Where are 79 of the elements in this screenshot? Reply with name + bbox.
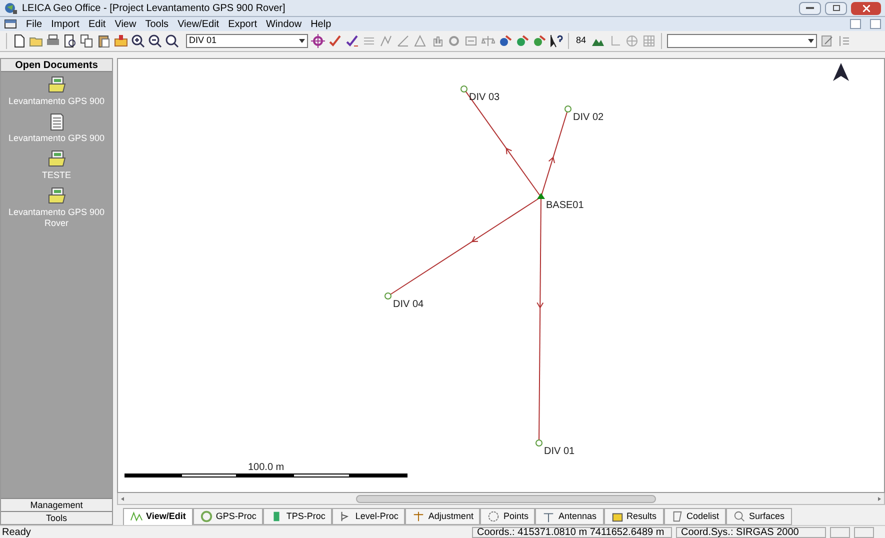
menu-item[interactable]: Tools [145, 16, 169, 32]
window-title: LEICA Geo Office - [Project Levantamento GPS 900 Rover] [22, 2, 286, 16]
tab[interactable]: Adjustment [405, 508, 480, 525]
menu-item[interactable]: View/Edit [178, 16, 220, 32]
menu-item[interactable]: Window [266, 16, 302, 32]
point-label: DIV 01 [544, 446, 575, 457]
point-label: BASE01 [546, 200, 584, 211]
import-icon[interactable] [114, 34, 128, 48]
coordinate-system-readout: Coord.Sys.: SIRGAS 2000 [676, 526, 826, 538]
tab[interactable]: Antennas [535, 508, 604, 525]
menu-item[interactable]: View [114, 16, 136, 32]
paste-icon[interactable] [97, 34, 111, 48]
coordinates-readout: Coords.: 415371.0810 m 7411652.6489 m [472, 526, 672, 538]
zoom-in-icon[interactable] [131, 34, 145, 48]
chart-icon [130, 510, 143, 524]
document-icon[interactable] [4, 18, 17, 30]
print-preview-icon[interactable] [63, 34, 77, 48]
point-label: DIV 03 [469, 92, 500, 103]
counter-label: 84 [575, 34, 588, 48]
point-marker[interactable] [384, 292, 392, 300]
panel-header: Open Documents [1, 59, 112, 72]
zoom-icon[interactable] [165, 34, 179, 48]
menu-item[interactable]: File [26, 16, 42, 32]
menu-item[interactable]: Export [228, 16, 257, 32]
pen-edit-icon[interactable] [345, 34, 359, 48]
help-cursor-icon[interactable] [549, 34, 563, 48]
menu-item[interactable]: Import [51, 16, 80, 32]
points-icon [487, 510, 500, 523]
tab[interactable]: Level-Proc [332, 508, 406, 525]
tab[interactable]: GPS-Proc [192, 508, 264, 525]
scale-label: 100.0 m [248, 462, 284, 473]
menu-item[interactable]: Help [310, 16, 332, 32]
tab[interactable]: Points [480, 508, 536, 525]
tab[interactable]: Surfaces [726, 508, 792, 525]
pen-check-icon[interactable] [328, 34, 342, 48]
point-dropdown[interactable]: DIV 01 [186, 34, 308, 48]
filter-dropdown[interactable] [667, 34, 818, 48]
base-point-marker[interactable] [537, 193, 545, 199]
close-button[interactable] [851, 2, 881, 14]
tab[interactable]: Results [604, 508, 664, 525]
status-panel [854, 526, 874, 538]
point-marker[interactable] [536, 440, 542, 446]
menu-item[interactable]: Edit [88, 16, 106, 32]
panel-button[interactable]: Management [1, 498, 112, 511]
list-icon[interactable] [837, 34, 852, 48]
maximize-button[interactable] [825, 2, 847, 14]
new-file-icon[interactable] [12, 34, 26, 48]
minimize-button[interactable] [799, 2, 821, 14]
panel-icon[interactable] [464, 34, 478, 48]
point-label: DIV 02 [573, 112, 604, 123]
status-panel [830, 526, 850, 538]
point-marker[interactable] [460, 86, 468, 92]
target-icon[interactable] [311, 34, 325, 48]
triangle-icon[interactable] [413, 34, 427, 48]
copy-icon[interactable] [80, 34, 94, 48]
north-arrow-icon [833, 63, 849, 81]
folder-document-icon[interactable] [48, 187, 66, 205]
printer-icon[interactable] [46, 34, 60, 48]
panel-button[interactable]: Tools [1, 511, 112, 524]
point-marker[interactable] [564, 106, 572, 112]
tab[interactable]: TPS-Proc [263, 508, 332, 525]
status-message: Ready [1, 526, 32, 538]
zoom-out-icon[interactable] [148, 34, 162, 48]
restore-document-button[interactable] [870, 19, 881, 29]
folder-document-icon[interactable] [48, 150, 66, 168]
scrollbar-thumb[interactable] [356, 494, 656, 502]
close-icon [862, 4, 870, 12]
folder-document-icon[interactable] [48, 76, 66, 94]
polyline-icon[interactable] [379, 34, 393, 48]
angle-icon[interactable] [396, 34, 410, 48]
point-label: DIV 04 [393, 299, 424, 310]
edit-icon[interactable] [820, 34, 834, 48]
sheet-document-icon[interactable] [48, 113, 66, 131]
tab[interactable]: View/Edit [123, 508, 193, 525]
minimize-document-button[interactable] [850, 19, 861, 29]
search-icon [733, 510, 746, 523]
app-icon [4, 2, 18, 14]
map-canvas[interactable]: BASE01 DIV 03 DIV 02 DIV 04 DIV 01 100.0 m [117, 58, 885, 493]
tab[interactable]: Codelist [664, 508, 726, 525]
